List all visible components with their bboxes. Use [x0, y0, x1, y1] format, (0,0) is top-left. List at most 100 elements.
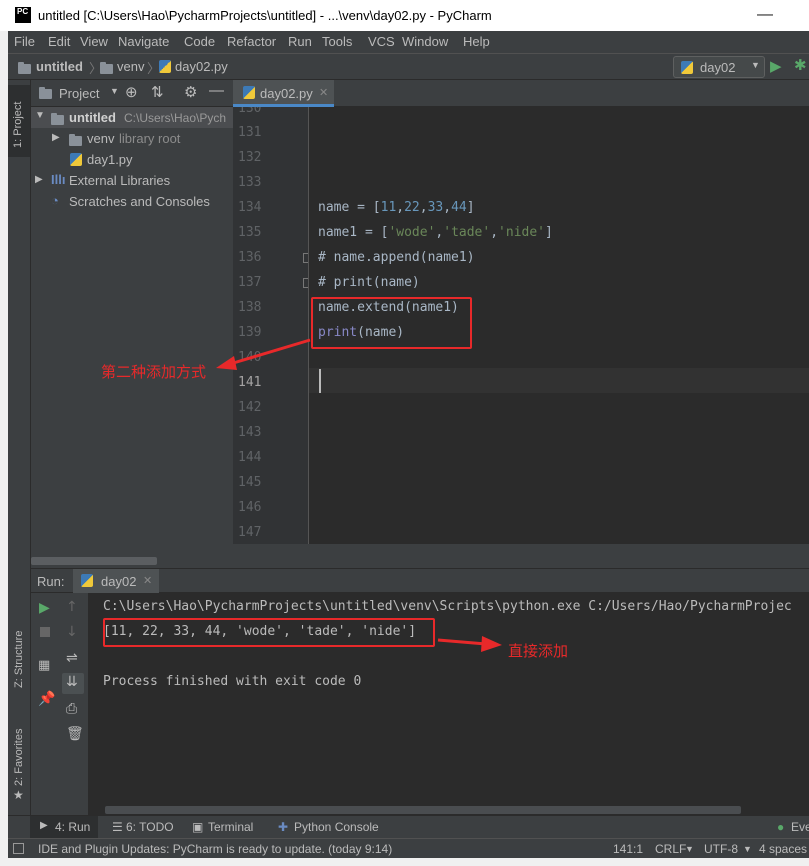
line-separator[interactable]: CRLF	[655, 842, 686, 856]
menu-run[interactable]: Run	[288, 34, 312, 49]
line-number: 143	[238, 425, 262, 440]
layout-icon[interactable]: ▦	[38, 658, 50, 673]
menu-file[interactable]: File	[14, 34, 35, 49]
chevron-down-icon[interactable]: ▼	[110, 86, 119, 96]
gear-icon[interactable]: ⚙	[184, 83, 197, 101]
window-border	[0, 858, 809, 866]
tree-item-label: day1.py	[87, 152, 133, 167]
tree-item-venv[interactable]: ▶ venv library root	[31, 128, 233, 149]
arrow-up-icon[interactable]: ↑	[66, 599, 78, 615]
project-view-title[interactable]: Project	[59, 86, 99, 101]
menu-code[interactable]: Code	[184, 34, 215, 49]
list-icon: ☰	[112, 820, 123, 834]
tree-item-day1[interactable]: day1.py	[31, 149, 233, 170]
annotation-arrow-icon	[437, 636, 502, 652]
editor-tab-bar: day02.py ✕	[233, 80, 809, 107]
minimize-button[interactable]: —	[757, 6, 773, 24]
rerun-icon[interactable]: ▶	[39, 600, 50, 616]
chevron-down-icon[interactable]: ▼	[35, 110, 45, 121]
pin-icon[interactable]: 📌	[38, 691, 55, 707]
python-file-icon	[81, 574, 93, 590]
tool-tab-event-log[interactable]: Eve	[791, 820, 809, 834]
tool-tab-todo[interactable]: 6: TODO	[126, 820, 174, 834]
project-tool-tab[interactable]: 1: Project	[8, 85, 30, 157]
tool-tab-run[interactable]: ▶ 4: Run	[30, 816, 98, 838]
locate-icon[interactable]: ⊕	[125, 83, 138, 101]
status-message[interactable]: IDE and Plugin Updates: PyCharm is ready…	[38, 842, 392, 856]
tree-item-path: C:\Users\Hao\Pych	[124, 111, 227, 125]
folder-icon	[18, 62, 31, 77]
tool-tab-python-console[interactable]: Python Console	[294, 820, 379, 834]
line-number: 145	[238, 475, 262, 490]
run-icon: ▶	[40, 820, 48, 831]
annotation-box-editor	[311, 297, 472, 349]
breadcrumb-venv[interactable]: venv	[117, 59, 144, 74]
tree-item-hint: library root	[119, 131, 181, 146]
favorites-tool-tab[interactable]: 2: Favorites	[13, 729, 25, 786]
collapse-all-icon[interactable]: ⇅	[151, 83, 164, 101]
line-number: 132	[238, 150, 262, 165]
run-config-selector[interactable]: day02 ▼	[673, 56, 765, 78]
breadcrumb-day02[interactable]: day02.py	[175, 59, 228, 74]
annotation-box-console	[103, 618, 435, 647]
tree-item-label: Scratches and Consoles	[69, 194, 210, 209]
close-icon[interactable]: ✕	[319, 86, 328, 99]
stop-icon[interactable]	[40, 627, 50, 637]
arrow-down-icon[interactable]: ↓	[66, 624, 78, 640]
hide-panel-icon[interactable]: —	[209, 82, 224, 99]
run-icon[interactable]: ▶	[770, 57, 782, 75]
caret-position[interactable]: 141:1	[613, 842, 643, 856]
trash-icon[interactable]: 🗑	[66, 726, 84, 742]
indent-setting[interactable]: 4 spaces	[759, 842, 807, 856]
pycharm-logo: PC	[15, 7, 31, 23]
menu-bar: File Edit View Navigate Code Refactor Ru…	[8, 31, 809, 53]
chevron-down-icon: ▼	[751, 60, 760, 70]
run-tab-label: day02	[101, 574, 137, 589]
line-number: 131	[238, 125, 262, 140]
tool-tab-terminal[interactable]: Terminal	[208, 820, 253, 834]
project-panel-header: Project ▼ ⊕ ⇅ ⚙ —	[31, 80, 233, 107]
menu-help[interactable]: Help	[463, 34, 490, 49]
menu-edit[interactable]: Edit	[48, 34, 70, 49]
text-caret	[319, 369, 321, 393]
toggle-panels-icon[interactable]	[13, 843, 24, 854]
file-encoding[interactable]: UTF-8	[704, 842, 738, 856]
code-line-136: # name.append(name1)	[318, 250, 475, 265]
menu-vcs[interactable]: VCS	[368, 34, 395, 49]
tree-item-scratches[interactable]: ◔ Scratches and Consoles	[31, 191, 233, 212]
menu-tools[interactable]: Tools	[322, 34, 352, 49]
console-command-line: C:\Users\Hao\PycharmProjects\untitled\ve…	[103, 599, 792, 614]
python-console-icon: ✚	[278, 820, 289, 834]
chevron-right-icon[interactable]: ▶	[52, 132, 60, 143]
line-number: 146	[238, 500, 262, 515]
tree-item-external-libraries[interactable]: ▶ Illı External Libraries	[31, 170, 233, 191]
menu-refactor[interactable]: Refactor	[227, 34, 276, 49]
line-number: 133	[238, 175, 262, 190]
run-tab-day02[interactable]: day02 ✕	[73, 569, 159, 593]
line-number: 137	[238, 275, 262, 290]
menu-view[interactable]: View	[80, 34, 108, 49]
scroll-to-end-button[interactable]: ⇊	[62, 673, 84, 694]
chevron-right-icon[interactable]: ▶	[35, 174, 43, 185]
menu-window[interactable]: Window	[402, 34, 448, 49]
print-icon[interactable]: ⎙	[66, 701, 77, 717]
tree-item-untitled[interactable]: ▼ untitled C:\Users\Hao\Pych	[31, 107, 233, 128]
console-exit-line: Process finished with exit code 0	[103, 674, 362, 689]
line-number: 135	[238, 225, 262, 240]
soft-wrap-icon[interactable]: ⇌	[66, 650, 78, 666]
debug-icon[interactable]: ✱	[794, 56, 807, 74]
console-horizontal-scrollbar[interactable]	[105, 806, 741, 814]
menu-navigate[interactable]: Navigate	[118, 34, 169, 49]
chevron-down-icon: ▼	[685, 844, 694, 854]
structure-tool-tab[interactable]: Z: Structure	[13, 631, 25, 688]
close-icon[interactable]: ✕	[143, 574, 152, 587]
line-number: 138	[238, 300, 262, 315]
horizontal-scrollbar[interactable]	[31, 557, 157, 565]
library-icon: Illı	[51, 172, 66, 187]
code-line-137: # print(name)	[318, 275, 420, 290]
line-number: 130	[238, 107, 262, 116]
breadcrumb-untitled[interactable]: untitled	[36, 59, 83, 74]
tab-day02[interactable]: day02.py ✕	[233, 80, 334, 107]
python-file-icon	[681, 61, 693, 77]
tree-item-label: External Libraries	[69, 173, 171, 188]
